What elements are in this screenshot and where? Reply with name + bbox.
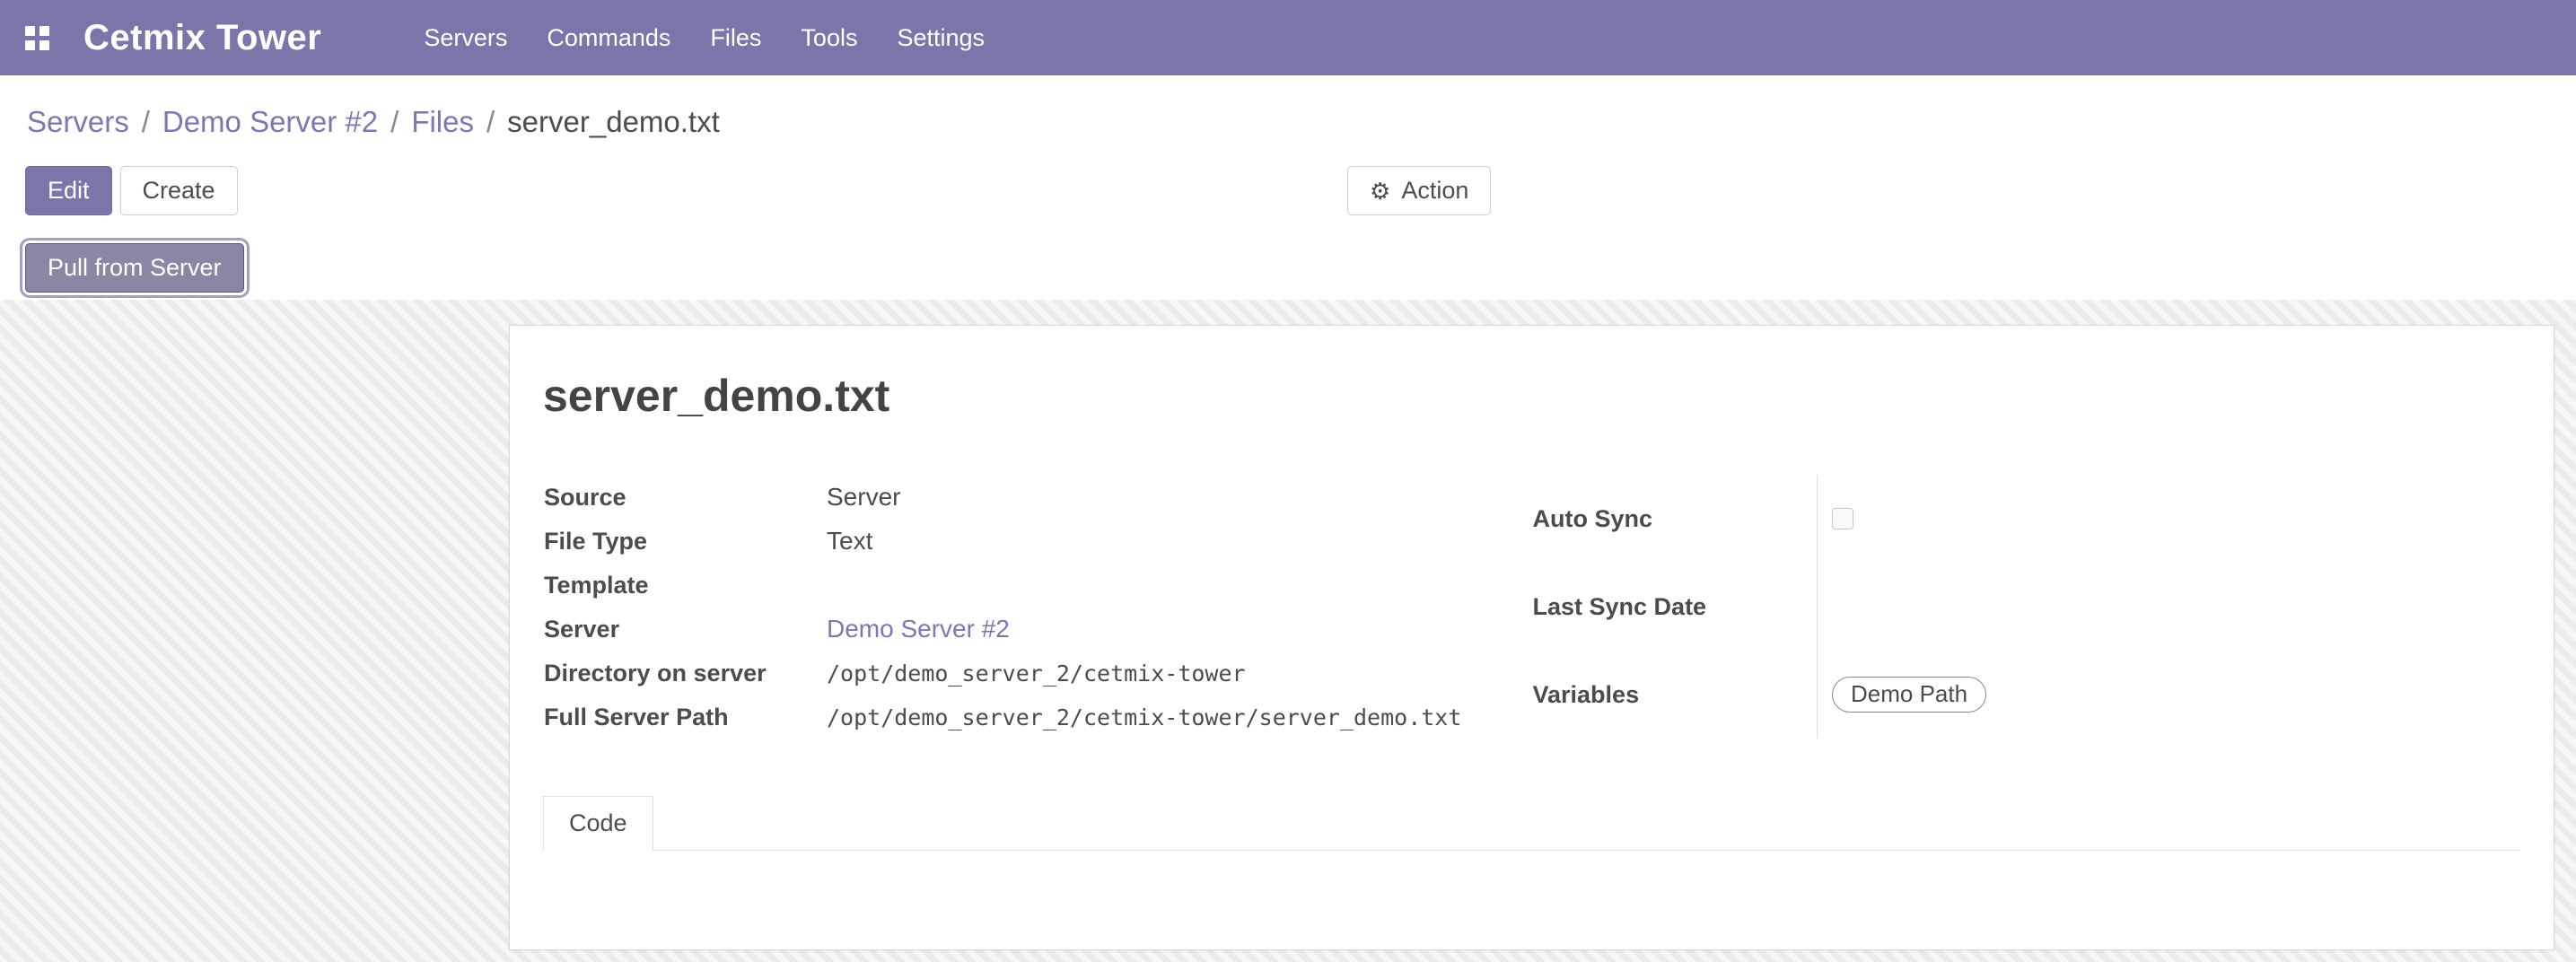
form-statusbar: Pull from Server: [0, 215, 2576, 300]
edit-button[interactable]: Edit: [25, 166, 112, 215]
form-view-background: server_demo.txt SourceServerFile TypeTex…: [0, 300, 2576, 962]
field-label-last-sync-date: Last Sync Date: [1532, 563, 1818, 651]
top-navbar: Cetmix Tower ServersCommandsFilesToolsSe…: [0, 0, 2576, 75]
nav-menu: Servers Commands Files Tools Settings: [422, 19, 986, 57]
field-row-template: Template: [543, 563, 1532, 607]
field-group-right: Auto SyncLast Sync DateVariables Demo Pat…: [1532, 475, 2521, 739]
breadcrumb-link-files[interactable]: Files: [411, 105, 474, 138]
action-menu-button[interactable]: ⚙ Action: [1347, 166, 1491, 215]
notebook: Code: [543, 796, 2520, 931]
field-row-source: SourceServer: [543, 475, 1532, 519]
breadcrumb: Servers / Demo Server #2 / Files / server_demo…: [0, 75, 2576, 140]
field-value-full-server-path: /opt/demo_server_2/cetmix-tower/server_d…: [826, 695, 1532, 739]
field-value-server: Demo Server #2: [826, 607, 1532, 651]
field-mono-value: /opt/demo_server_2/cetmix-tower/server_d…: [827, 704, 1461, 730]
form-sheet: server_demo.txt SourceServerFile TypeTex…: [509, 325, 2554, 950]
nav-item-settings[interactable]: Settings: [895, 19, 986, 57]
field-value-source: Server: [826, 475, 1532, 519]
field-row-auto-sync: Auto Sync: [1532, 475, 2521, 563]
form-field-groups: SourceServerFile TypeTextTemplateServerD…: [543, 475, 2520, 739]
app-title[interactable]: Cetmix Tower: [83, 18, 321, 58]
field-value-directory-on-server: /opt/demo_server_2/cetmix-tower: [826, 651, 1532, 695]
nav-item-files[interactable]: Files: [708, 19, 763, 57]
gear-icon: ⚙: [1370, 179, 1390, 203]
field-mono-value: /opt/demo_server_2/cetmix-tower: [827, 660, 1246, 687]
nav-item-tools[interactable]: Tools: [799, 19, 859, 57]
field-row-server: ServerDemo Server #2: [543, 607, 1532, 651]
breadcrumb-link-servers[interactable]: Servers: [27, 105, 129, 138]
field-value-last-sync-date: [1818, 563, 2521, 651]
field-label-variables: Variables: [1532, 651, 1818, 739]
tab-content-code: [543, 851, 2520, 931]
field-label-file-type: File Type: [543, 519, 826, 563]
breadcrumb-current: server_demo.txt: [507, 105, 720, 138]
apps-grid-icon[interactable]: [25, 26, 49, 50]
breadcrumb-separator: /: [142, 105, 150, 138]
field-text-value: Text: [827, 527, 872, 555]
field-label-template: Template: [543, 563, 826, 607]
field-label-full-server-path: Full Server Path: [543, 695, 826, 739]
field-value-variables: Demo Path: [1818, 651, 2521, 739]
record-title: server_demo.txt: [543, 369, 2520, 423]
field-label-server: Server: [543, 607, 826, 651]
pull-from-server-button[interactable]: Pull from Server: [25, 243, 244, 293]
breadcrumb-separator: /: [390, 105, 399, 138]
field-text-value: Server: [827, 483, 900, 511]
field-group-left-body: SourceServerFile TypeTextTemplateServerD…: [543, 475, 1532, 739]
field-row-directory-on-server: Directory on server/opt/demo_server_2/ce…: [543, 651, 1532, 695]
field-row-variables: Variables Demo Path: [1532, 651, 2521, 739]
nav-item-servers[interactable]: Servers: [422, 19, 509, 57]
field-link-demo-server-2[interactable]: Demo Server #2: [827, 615, 1010, 643]
field-value-auto-sync: [1818, 475, 2521, 563]
field-value-template: [826, 563, 1532, 607]
control-panel: Servers / Demo Server #2 / Files / server_demo…: [0, 75, 2576, 300]
field-row-last-sync-date: Last Sync Date: [1532, 563, 2521, 651]
field-row-full-server-path: Full Server Path/opt/demo_server_2/cetmi…: [543, 695, 1532, 739]
notebook-tabs: Code: [543, 796, 2520, 851]
field-label-directory-on-server: Directory on server: [543, 651, 826, 695]
control-panel-buttons: Edit Create ⚙ Action: [0, 166, 2576, 215]
create-button[interactable]: Create: [120, 166, 238, 215]
action-menu-label: Action: [1401, 177, 1468, 205]
tab-code[interactable]: Code: [543, 796, 653, 851]
breadcrumb-separator: /: [486, 105, 495, 138]
auto-sync-checkbox[interactable]: [1832, 508, 1853, 529]
field-group-left: SourceServerFile TypeTextTemplateServerD…: [543, 475, 1532, 739]
field-value-file-type: Text: [826, 519, 1532, 563]
variable-tag-demo-path: Demo Path: [1832, 677, 1986, 713]
breadcrumb-link-demo-server-2[interactable]: Demo Server #2: [162, 105, 378, 138]
field-label-auto-sync: Auto Sync: [1532, 475, 1818, 563]
field-row-file-type: File TypeText: [543, 519, 1532, 563]
field-group-right-body: Auto SyncLast Sync DateVariables Demo Pat…: [1532, 475, 2521, 739]
field-label-source: Source: [543, 475, 826, 519]
nav-item-commands[interactable]: Commands: [545, 19, 672, 57]
